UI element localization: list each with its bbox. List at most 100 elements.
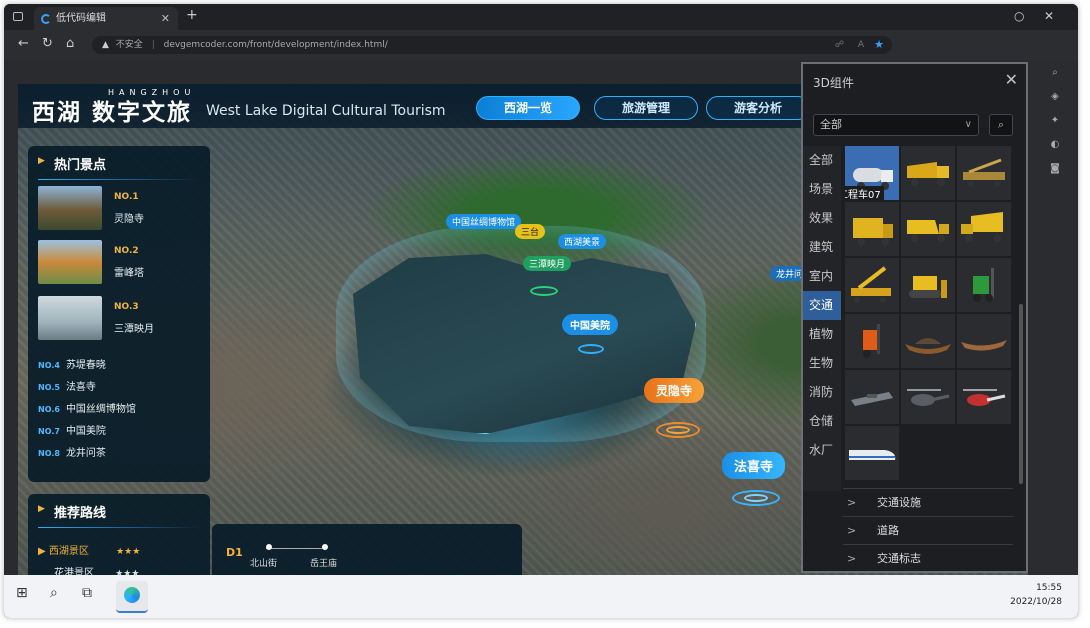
category-item[interactable]: 效果 [803, 204, 841, 233]
model-dump-truck[interactable] [901, 146, 955, 200]
restore-icon[interactable]: ○ [1014, 9, 1024, 23]
model-mixer-truck[interactable]: 工程车07 [845, 146, 899, 200]
category-item[interactable]: 室内 [803, 262, 841, 291]
tab-close-icon[interactable]: ✕ [161, 7, 170, 30]
outlook-icon[interactable]: ◙ [1032, 158, 1078, 180]
category-item[interactable]: 植物 [803, 320, 841, 349]
back-icon[interactable]: ← [18, 36, 29, 51]
west-lake-3d-scene[interactable] [353, 254, 696, 434]
map-marker[interactable]: 西湖美景 [558, 234, 607, 249]
model-bulldozer[interactable] [901, 258, 955, 312]
spot-name[interactable]: 雷峰塔 [114, 264, 144, 279]
chevron-down-icon: ∨ [964, 119, 972, 130]
category-item[interactable]: 消防 [803, 378, 841, 407]
browser-sidebar: ⌕ ◈ ✦ ◐ ◙ [1032, 60, 1078, 575]
model-crane-truck[interactable] [957, 146, 1011, 200]
nav-west-lake-overview[interactable]: 西湖一览 [476, 96, 580, 120]
search-icon[interactable]: ⌕ [1032, 62, 1078, 84]
category-list: 全部 场景 效果 建筑 室内 交通 植物 生物 消防 仓储 水厂 [803, 146, 841, 491]
reload-icon[interactable]: ↻ [42, 36, 53, 51]
tools-icon[interactable]: ✦ [1032, 110, 1078, 132]
task-view-icon[interactable]: ⧉ [82, 585, 92, 601]
routes-title: 推荐路线 [28, 494, 210, 521]
panel-title: 3D组件 [813, 76, 854, 90]
category-item[interactable]: 建筑 [803, 233, 841, 262]
rank-item[interactable]: NO.6 中国丝绸博物馆 [38, 400, 136, 415]
taskbar: ⊞ ⌕ ⧉ 15:55 2022/10/28 [4, 575, 1078, 618]
category-item[interactable]: 仓储 [803, 407, 841, 436]
map-marker-china-academy[interactable]: 中国美院 [562, 314, 618, 335]
model-forklift[interactable] [957, 258, 1011, 312]
system-clock[interactable]: 15:55 2022/10/28 [1010, 581, 1062, 609]
rank-item[interactable]: NO.5 法喜寺 [38, 378, 96, 393]
spot-thumbnail[interactable] [38, 240, 102, 284]
rank-item[interactable]: NO.7 中国美院 [38, 422, 106, 437]
category-select[interactable]: 全部 ∨ [813, 114, 979, 136]
hot-spots-title: 热门景点 [28, 146, 210, 173]
timeline-stop: 岳王庙 [310, 559, 338, 569]
window-menu-icon[interactable] [13, 12, 23, 21]
subsection-traffic-signs[interactable]: > 交通标志 [843, 544, 1013, 572]
office-icon[interactable]: ◐ [1032, 134, 1078, 156]
map-marker[interactable]: 三潭映月 [523, 256, 572, 271]
browser-tab[interactable]: 低代码编辑 ✕ [34, 7, 178, 30]
chevron-right-icon: > [847, 496, 857, 509]
model-helicopter[interactable] [901, 370, 955, 424]
spot-name[interactable]: 灵隐寺 [114, 210, 144, 225]
shopping-icon[interactable]: ◈ [1032, 86, 1078, 108]
map-marker-lingyin-temple[interactable]: 灵隐寺 [644, 378, 705, 403]
category-item-active[interactable]: 交通 [803, 291, 841, 320]
model-small-forklift[interactable] [845, 314, 899, 368]
model-rescue-helicopter[interactable] [957, 370, 1011, 424]
model-box-truck[interactable] [845, 202, 899, 256]
read-aloud-icon[interactable]: ☍ [835, 36, 844, 54]
rank-item[interactable]: NO.4 苏堤春晓 [38, 356, 106, 371]
nav-visitor-analysis[interactable]: 游客分析 [706, 96, 810, 120]
model-covered-boat[interactable] [901, 314, 955, 368]
home-icon[interactable]: ⌂ [66, 36, 74, 51]
font-icon[interactable]: A [858, 36, 864, 54]
rank-item[interactable]: NO.8 龙井问茶 [38, 444, 106, 459]
map-marker-faxi-temple[interactable]: 法喜寺 [722, 452, 786, 479]
search-button[interactable]: ⌕ [989, 114, 1013, 136]
model-heavy-dump-truck[interactable] [957, 202, 1011, 256]
nav-tourism-management[interactable]: 旅游管理 [594, 96, 698, 120]
window-close-icon[interactable]: ✕ [1044, 9, 1054, 23]
spot-thumbnail[interactable] [38, 296, 102, 340]
timeline-node[interactable] [266, 544, 272, 550]
model-truck-crane[interactable] [845, 258, 899, 312]
category-item[interactable]: 全部 [803, 146, 841, 175]
category-item[interactable]: 生物 [803, 349, 841, 378]
edge-browser-icon[interactable] [116, 581, 148, 613]
new-tab-icon[interactable]: + [186, 7, 198, 23]
map-marker[interactable]: 三台 [515, 224, 546, 239]
model-high-speed-train[interactable] [845, 426, 899, 480]
tab-title: 低代码编辑 [56, 13, 106, 24]
timeline-node[interactable] [322, 544, 328, 550]
warning-icon: ▲ [102, 40, 109, 50]
screen: 低代码编辑 ✕ + ○ ✕ ← ↻ ⌂ ▲ 不安全 | devgemcoder.… [4, 4, 1078, 618]
url-bar[interactable]: ▲ 不安全 | devgemcoder.com/front/developmen… [92, 36, 892, 54]
route-item[interactable]: ▶ 西湖景区 ★★★ [38, 542, 140, 557]
model-grid: 工程车07 [843, 144, 1015, 489]
subsection-traffic-facilities[interactable]: > 交通设施 [843, 488, 1013, 516]
model-rowboat[interactable] [957, 314, 1011, 368]
search-icon[interactable]: ⌕ [50, 585, 58, 601]
favorite-star-icon[interactable]: ★ [874, 36, 884, 54]
model-speedboat[interactable] [845, 370, 899, 424]
grid-scrollbar[interactable] [1019, 304, 1023, 484]
spot-name[interactable]: 三潭映月 [114, 320, 154, 335]
model-tooltip: 工程车07 [845, 186, 884, 200]
day-label: D1 [226, 546, 243, 559]
url-warning-label: 不安全 [115, 40, 143, 50]
route-timeline: D1 北山街 岳王庙 [212, 524, 522, 579]
logo-city: HANGZHOU [108, 88, 196, 97]
subsection-roads[interactable]: > 道路 [843, 516, 1013, 544]
model-tipper-truck[interactable] [901, 202, 955, 256]
spot-thumbnail[interactable] [38, 186, 102, 230]
category-item[interactable]: 水厂 [803, 436, 841, 465]
map-marker[interactable]: 中国丝绸博物馆 [446, 214, 522, 229]
panel-close-icon[interactable]: ✕ [1005, 70, 1018, 89]
category-item[interactable]: 场景 [803, 175, 841, 204]
windows-start-icon[interactable]: ⊞ [16, 585, 28, 601]
